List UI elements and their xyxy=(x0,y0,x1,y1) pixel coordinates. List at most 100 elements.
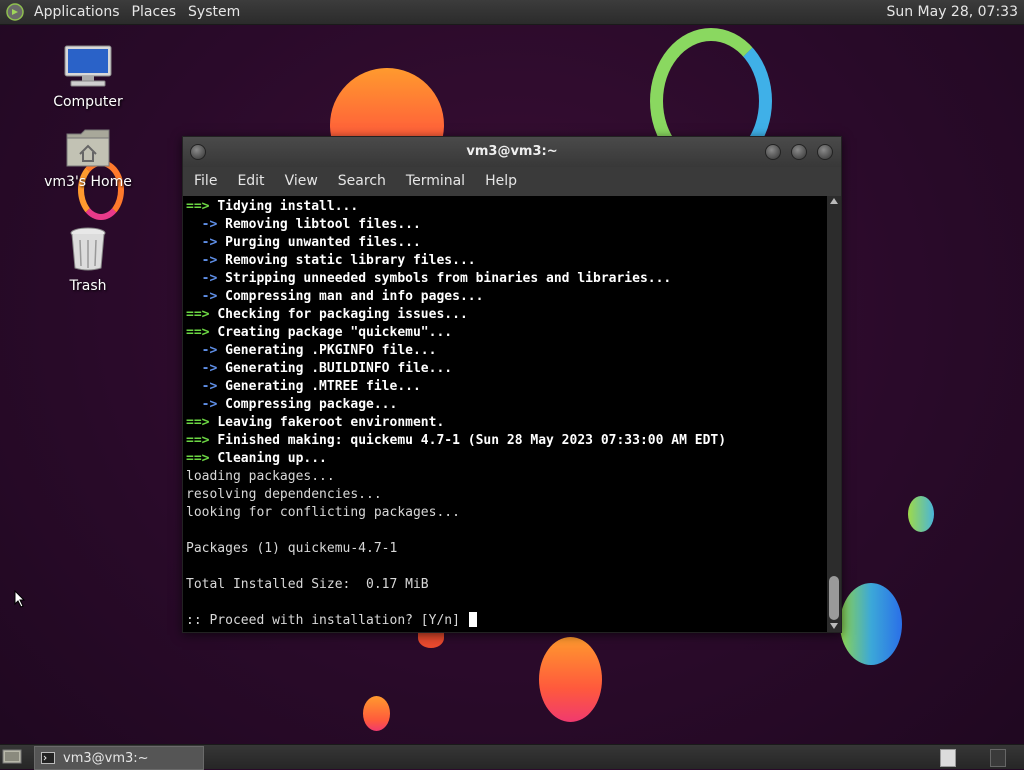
scroll-down-arrow-icon[interactable] xyxy=(830,623,838,629)
terminal-output[interactable]: ==> Tidying install... -> Removing libto… xyxy=(183,196,827,632)
terminal-line: -> Removing libtool files... xyxy=(186,216,827,234)
terminal-line-prefix: ==> xyxy=(186,325,218,340)
terminal-line-prefix: ==> xyxy=(186,199,218,214)
terminal-line-text: looking for conflicting packages... xyxy=(186,505,460,520)
terminal-line: -> Stripping unneeded symbols from binar… xyxy=(186,270,827,288)
terminal-line-text: :: Proceed with installation? [Y/n] xyxy=(186,613,468,628)
bottom-panel: vm3@vm3:~ xyxy=(0,744,1024,770)
terminal-line: -> Generating .PKGINFO file... xyxy=(186,342,827,360)
terminal-line-text: Compressing man and info pages... xyxy=(225,289,484,304)
terminal-line-prefix: -> xyxy=(186,253,226,268)
terminal-line: ==> Leaving fakeroot environment. xyxy=(186,414,827,432)
terminal-line: ==> Creating package "quickemu"... xyxy=(186,324,827,342)
terminal-line-text: Removing static library files... xyxy=(225,253,476,268)
terminal-line-text: Checking for packaging issues... xyxy=(217,307,468,322)
terminal-line-text: Packages (1) quickemu-4.7-1 xyxy=(186,541,398,556)
window-menu-button[interactable] xyxy=(190,144,206,160)
terminal-line: -> Generating .MTREE file... xyxy=(186,378,827,396)
terminal-line: -> Compressing package... xyxy=(186,396,827,414)
terminal-line: Total Installed Size: 0.17 MiB xyxy=(186,576,827,594)
clock[interactable]: Sun May 28, 07:33 xyxy=(886,4,1024,20)
terminal-line: ==> Tidying install... xyxy=(186,198,827,216)
maximize-button[interactable] xyxy=(791,144,807,160)
terminal-line-text: Stripping unneeded symbols from binaries… xyxy=(225,271,672,286)
terminal-window: vm3@vm3:~ File Edit View Search Terminal… xyxy=(182,136,842,633)
terminal-line: Packages (1) quickemu-4.7-1 xyxy=(186,540,827,558)
top-panel: Applications Places System Sun May 28, 0… xyxy=(0,0,1024,25)
terminal-line-prefix: -> xyxy=(186,217,226,232)
desktop-icon-trash[interactable]: Trash xyxy=(33,226,143,294)
menu-help[interactable]: Help xyxy=(475,167,527,196)
terminal-line-text: Tidying install... xyxy=(217,199,359,214)
workspace-switcher-1[interactable] xyxy=(940,749,956,767)
terminal-line-text: Compressing package... xyxy=(225,397,398,412)
show-desktop-icon[interactable] xyxy=(2,748,22,765)
mate-logo-icon[interactable] xyxy=(6,3,24,21)
mouse-pointer-icon xyxy=(14,590,26,608)
trash-icon xyxy=(70,227,106,271)
terminal-icon xyxy=(41,752,55,764)
terminal-line: ==> Checking for packaging issues... xyxy=(186,306,827,324)
terminal-line: loading packages... xyxy=(186,468,827,486)
wallpaper-blob xyxy=(363,696,390,731)
close-button[interactable] xyxy=(817,144,833,160)
terminal-line-text: Generating .MTREE file... xyxy=(225,379,421,394)
terminal-line: ==> Cleaning up... xyxy=(186,450,827,468)
computer-icon xyxy=(64,45,112,87)
terminal-line-prefix: ==> xyxy=(186,433,218,448)
scroll-up-arrow-icon[interactable] xyxy=(830,198,838,204)
desktop-icon-home[interactable]: vm3's Home xyxy=(33,128,143,190)
wallpaper-blob xyxy=(908,496,934,532)
terminal-line-text: loading packages... xyxy=(186,469,335,484)
terminal-line-prefix: -> xyxy=(186,289,226,304)
terminal-line-prefix: -> xyxy=(186,361,226,376)
terminal-line-prefix: -> xyxy=(186,397,226,412)
terminal-lines: ==> Tidying install... -> Removing libto… xyxy=(183,196,827,630)
menu-search[interactable]: Search xyxy=(328,167,396,196)
menu-places[interactable]: Places xyxy=(126,0,183,24)
terminal-line: -> Generating .BUILDINFO file... xyxy=(186,360,827,378)
terminal-line: looking for conflicting packages... xyxy=(186,504,827,522)
terminal-line-prefix: ==> xyxy=(186,307,218,322)
menu-applications[interactable]: Applications xyxy=(28,0,126,24)
taskbar-window-label: vm3@vm3:~ xyxy=(63,750,149,766)
menu-system[interactable]: System xyxy=(182,0,246,24)
terminal-line-prefix: -> xyxy=(186,235,226,250)
terminal-line-prefix: -> xyxy=(186,379,226,394)
scrollbar-thumb[interactable] xyxy=(829,576,839,620)
terminal-line: -> Purging unwanted files... xyxy=(186,234,827,252)
desktop-icon-computer[interactable]: Computer xyxy=(33,44,143,110)
terminal-line-text: Purging unwanted files... xyxy=(225,235,421,250)
terminal-cursor xyxy=(468,612,477,627)
window-titlebar[interactable]: vm3@vm3:~ xyxy=(183,137,841,167)
desktop-icon-label: Computer xyxy=(53,94,123,110)
terminal-line: ==> Finished making: quickemu 4.7-1 (Sun… xyxy=(186,432,827,450)
terminal-line-prefix: -> xyxy=(186,271,226,286)
minimize-button[interactable] xyxy=(765,144,781,160)
wallpaper-blob xyxy=(840,583,902,665)
terminal-line-prefix: -> xyxy=(186,343,226,358)
terminal-line-text: Finished making: quickemu 4.7-1 (Sun 28 … xyxy=(217,433,727,448)
menu-edit[interactable]: Edit xyxy=(227,167,274,196)
menu-terminal[interactable]: Terminal xyxy=(396,167,475,196)
terminal-scrollbar[interactable] xyxy=(827,196,841,632)
menu-file[interactable]: File xyxy=(183,167,227,196)
terminal-line-text: Cleaning up... xyxy=(217,451,327,466)
terminal-line-text: Creating package "quickemu"... xyxy=(217,325,453,340)
menu-view[interactable]: View xyxy=(275,167,328,196)
terminal-line-text: Total Installed Size: 0.17 MiB xyxy=(186,577,429,592)
terminal-line-prefix: ==> xyxy=(186,451,218,466)
terminal-line-text: Removing libtool files... xyxy=(225,217,421,232)
terminal-line-text: Generating .BUILDINFO file... xyxy=(225,361,453,376)
workspace-switcher-2[interactable] xyxy=(990,749,1006,767)
terminal-line: -> Removing static library files... xyxy=(186,252,827,270)
terminal-line-text: Generating .PKGINFO file... xyxy=(225,343,437,358)
terminal-line-text: resolving dependencies... xyxy=(186,487,382,502)
taskbar-window-button[interactable]: vm3@vm3:~ xyxy=(34,746,204,770)
terminal-line-text: Leaving fakeroot environment. xyxy=(217,415,445,430)
terminal-line-prefix: ==> xyxy=(186,415,218,430)
terminal-line: resolving dependencies... xyxy=(186,486,827,504)
window-title: vm3@vm3:~ xyxy=(466,144,558,159)
